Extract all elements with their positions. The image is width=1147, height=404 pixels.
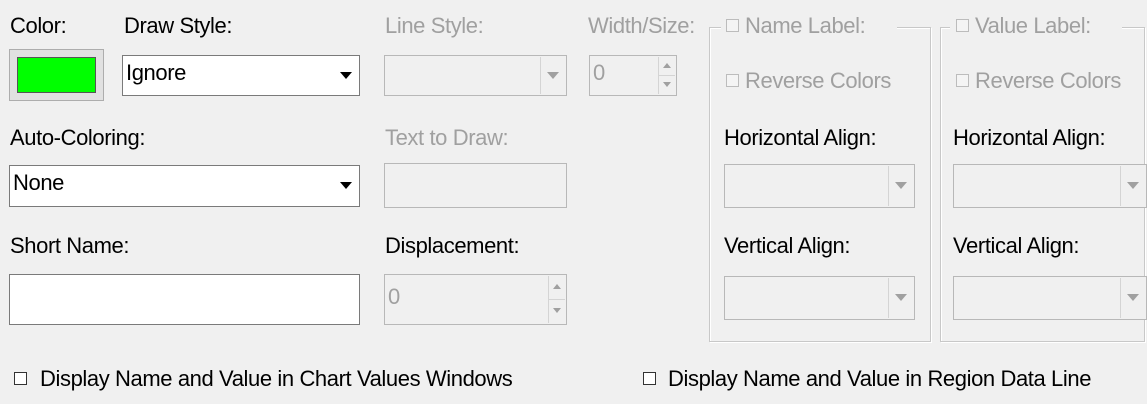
arrow-up-icon: [553, 284, 561, 290]
chevron-down-icon: [1127, 294, 1139, 301]
value-label-checkbox[interactable]: [956, 19, 969, 32]
text-to-draw-input[interactable]: [384, 163, 567, 208]
draw-style-dropdown-button[interactable]: [334, 57, 358, 94]
draw-style-value: Ignore: [126, 60, 186, 85]
width-size-spinner[interactable]: 0: [589, 55, 677, 96]
displacement-label: Displacement:: [385, 233, 520, 258]
short-name-input[interactable]: [9, 274, 360, 325]
name-label-title: Name Label:: [745, 13, 866, 38]
chevron-down-icon: [895, 294, 907, 301]
name-vertical-align-dropdown[interactable]: [724, 276, 915, 320]
value-horizontal-align-dropdown[interactable]: [953, 164, 1147, 208]
arrow-down-icon: [663, 81, 671, 87]
dropdown-button[interactable]: [888, 278, 913, 318]
value-vertical-align-label: Vertical Align:: [953, 233, 1080, 258]
dropdown-button[interactable]: [888, 166, 913, 206]
chevron-down-icon: [895, 182, 907, 189]
name-horizontal-align-dropdown[interactable]: [724, 164, 915, 208]
width-size-spin-buttons[interactable]: [658, 57, 675, 94]
chevron-down-icon: [547, 71, 559, 79]
name-reverse-colors-label: Reverse Colors: [745, 68, 892, 93]
spin-up-button[interactable]: [659, 57, 675, 76]
spin-up-button[interactable]: [549, 276, 565, 300]
spin-down-button[interactable]: [549, 300, 565, 324]
auto-coloring-label: Auto-Coloring:: [10, 125, 146, 150]
chart-values-label: Display Name and Value in Chart Values W…: [40, 366, 513, 391]
displacement-value: 0: [388, 284, 400, 309]
displacement-spin-buttons[interactable]: [548, 276, 565, 323]
chevron-down-icon: [1127, 182, 1139, 189]
dropdown-button[interactable]: [1120, 166, 1145, 206]
draw-style-label: Draw Style:: [124, 13, 233, 38]
name-horizontal-align-label: Horizontal Align:: [724, 125, 877, 150]
color-label: Color:: [10, 13, 67, 38]
arrow-down-icon: [553, 308, 561, 314]
chart-values-checkbox[interactable]: [14, 372, 27, 385]
region-data-label: Display Name and Value in Region Data Li…: [668, 366, 1092, 391]
value-horizontal-align-label: Horizontal Align:: [953, 125, 1106, 150]
short-name-label: Short Name:: [10, 233, 130, 258]
name-vertical-align-label: Vertical Align:: [724, 233, 851, 258]
line-style-label: Line Style:: [385, 13, 484, 38]
name-label-checkbox[interactable]: [726, 19, 739, 32]
value-reverse-colors-checkbox[interactable]: [956, 74, 969, 87]
value-label-title: Value Label:: [975, 13, 1091, 38]
chevron-down-icon: [340, 71, 352, 79]
width-size-value: 0: [593, 60, 605, 85]
name-reverse-colors-checkbox[interactable]: [726, 74, 739, 87]
value-vertical-align-dropdown[interactable]: [953, 276, 1147, 320]
draw-style-dropdown[interactable]: Ignore: [122, 55, 360, 96]
line-style-dropdown-button[interactable]: [540, 57, 565, 94]
region-data-checkbox[interactable]: [643, 372, 656, 385]
width-size-label: Width/Size:: [588, 13, 695, 38]
dropdown-button[interactable]: [1120, 278, 1145, 318]
spin-down-button[interactable]: [659, 76, 675, 95]
text-to-draw-label: Text to Draw:: [385, 125, 509, 150]
value-reverse-colors-label: Reverse Colors: [975, 68, 1122, 93]
auto-coloring-value: None: [13, 170, 64, 195]
auto-coloring-dropdown[interactable]: None: [9, 165, 360, 207]
auto-coloring-dropdown-button[interactable]: [334, 167, 358, 205]
color-swatch: [17, 57, 96, 93]
line-style-dropdown[interactable]: [384, 55, 567, 96]
chevron-down-icon: [340, 182, 352, 189]
arrow-up-icon: [663, 62, 671, 68]
color-swatch-button[interactable]: [9, 49, 104, 101]
displacement-spinner[interactable]: 0: [384, 274, 567, 325]
